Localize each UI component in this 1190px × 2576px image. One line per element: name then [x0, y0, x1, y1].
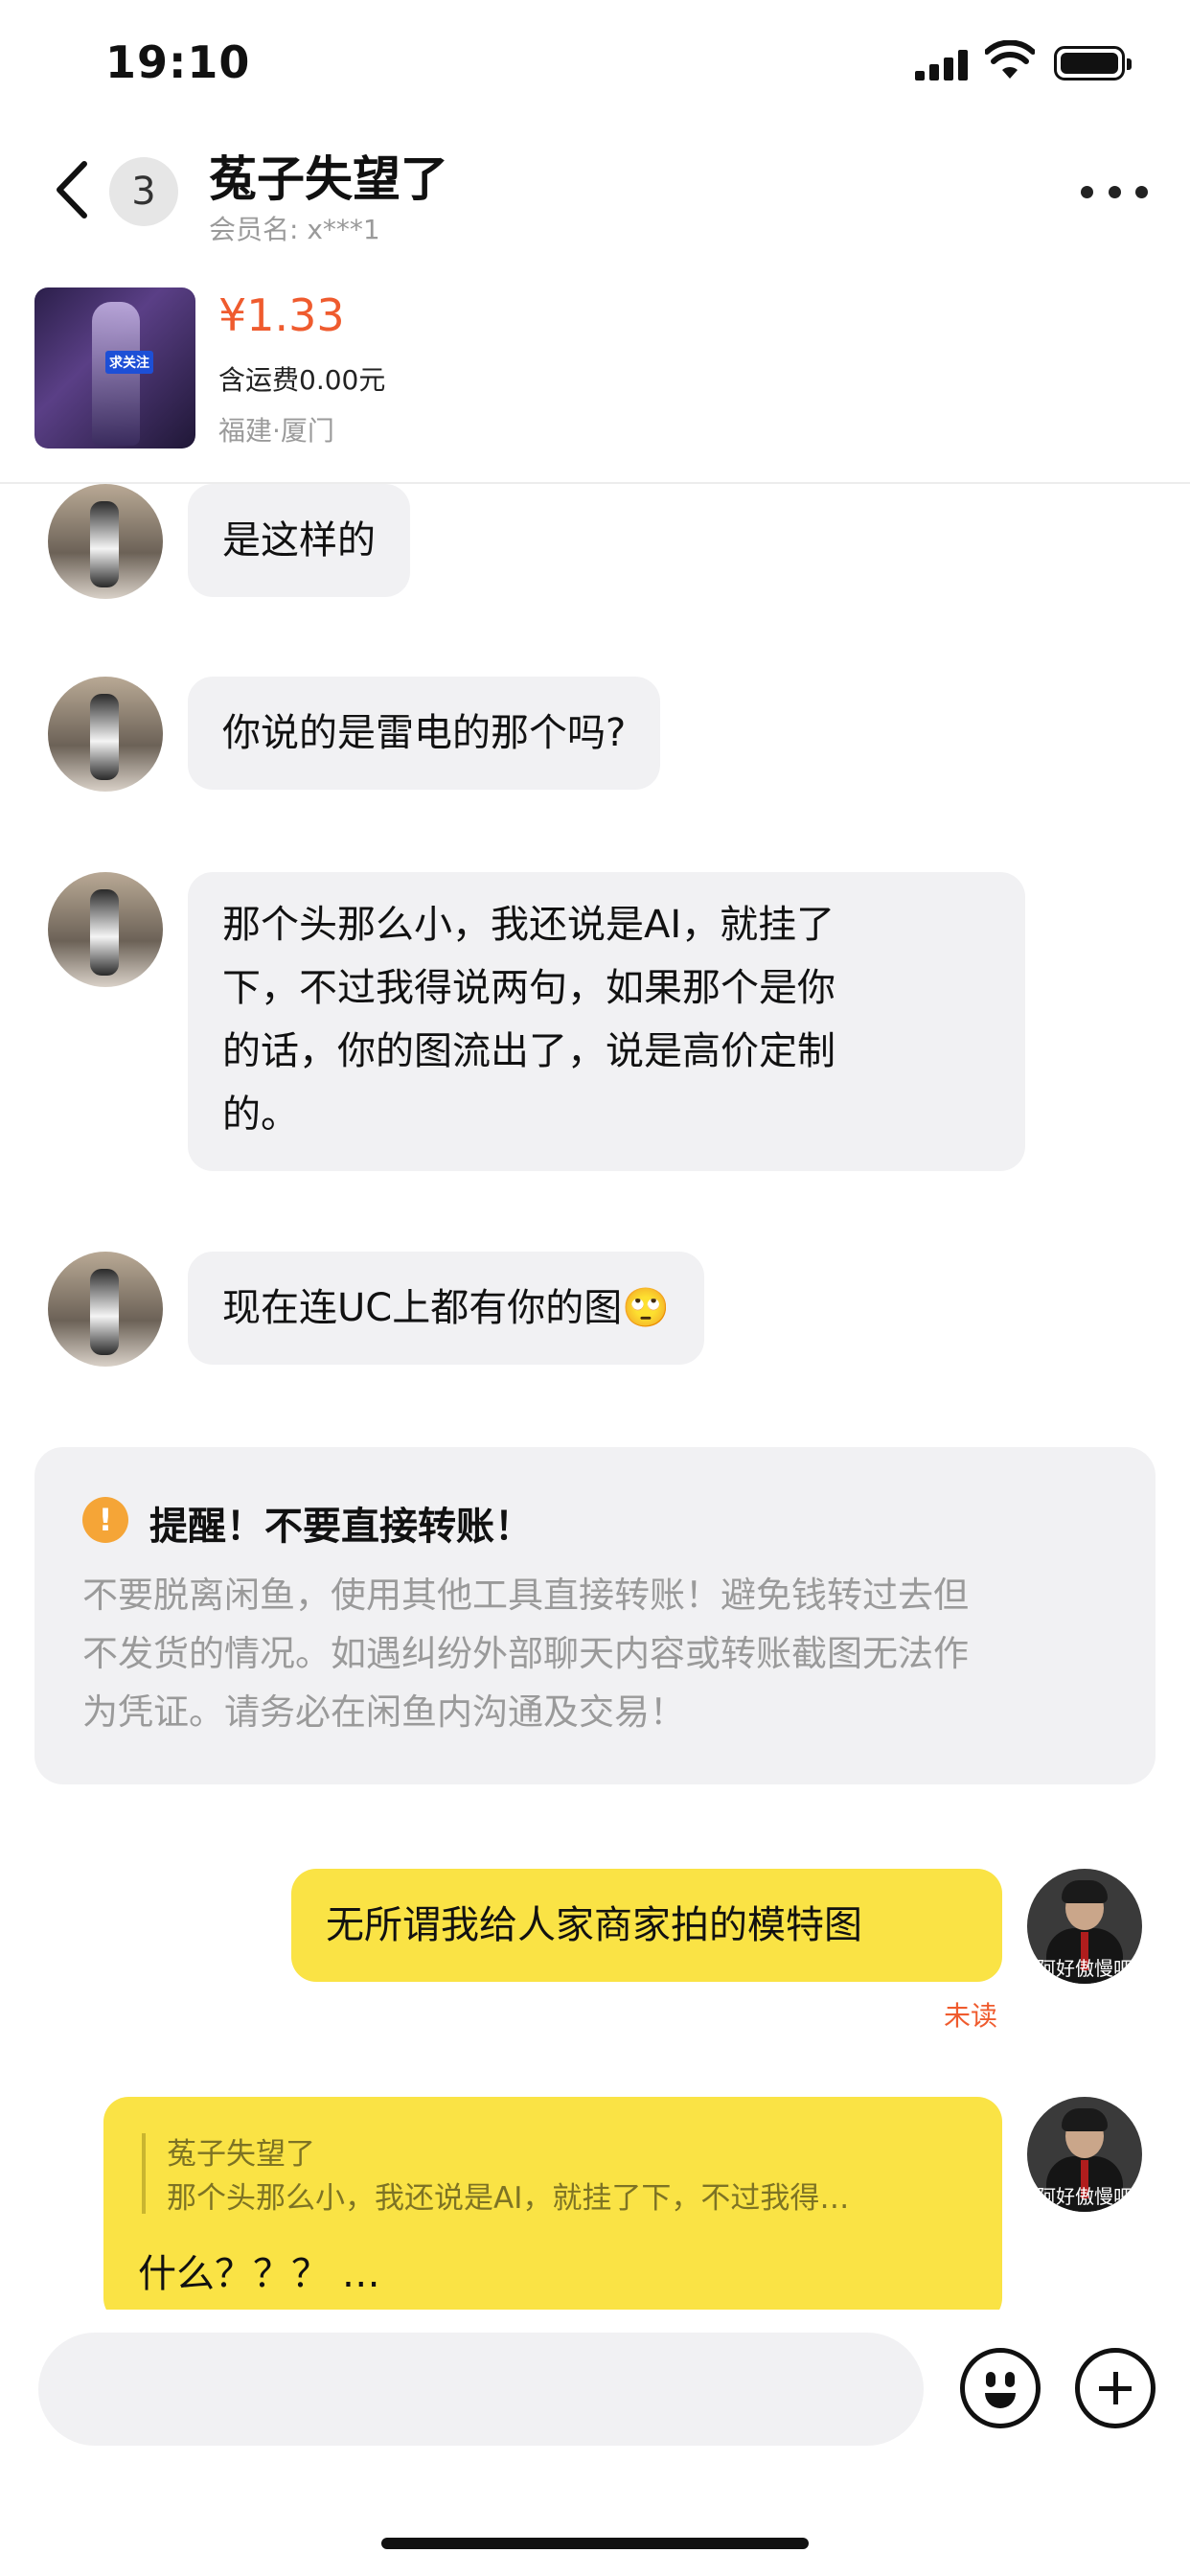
chat-header: 3 菟子失望了 会员名: x***1 [0, 129, 1190, 259]
member-name: 会员名: x***1 [209, 214, 380, 245]
status-time: 19:10 [105, 36, 251, 88]
wifi-icon [985, 40, 1035, 79]
message-line: 的。 [222, 1092, 299, 1137]
eye-roll-emoji: 🙄 [622, 1286, 671, 1330]
cellular-signal-icon [915, 50, 969, 80]
self-avatar[interactable]: 阿好傲慢吧 [1027, 2097, 1142, 2212]
message-line: 那个头那么小，我还说是AI，就挂了 [222, 903, 835, 947]
warning-icon: ! [82, 1497, 128, 1543]
message-bubble[interactable]: 现在连UC上都有你的图🙄 [188, 1252, 705, 1365]
message-text: 你说的是雷电的那个吗? [222, 711, 627, 755]
message-line: 下，不过我得说两句，如果那个是你 [222, 966, 835, 1010]
product-location: 福建·厦门 [218, 415, 334, 447]
message-text: 现在连UC上都有你的图 [222, 1286, 623, 1330]
quoted-sender: 菟子失望了 [167, 2137, 315, 2172]
message-text: 是这样的 [222, 518, 376, 563]
back-arrow-icon[interactable] [48, 156, 96, 223]
input-bar [0, 2310, 1190, 2576]
transfer-warning-notice: ! 提醒！不要直接转账！ 不要脱离闲鱼，使用其他工具直接转账！避免钱转过去但 不… [34, 1447, 1156, 1784]
peer-avatar[interactable] [48, 872, 163, 987]
quote-bar [142, 2133, 146, 2214]
peer-avatar[interactable] [48, 677, 163, 792]
notice-body: 不要脱离闲鱼，使用其他工具直接转账！避免钱转过去但 不发货的情况。如遇纠纷外部聊… [82, 1566, 1127, 1741]
plus-icon[interactable] [1075, 2348, 1156, 2428]
message-text: 无所谓我给人家商家拍的模特图 [326, 1903, 862, 1947]
more-options-icon[interactable] [1081, 182, 1148, 201]
message-bubble[interactable]: 无所谓我给人家商家拍的模特图 [291, 1869, 1002, 1982]
chat-title: 菟子失望了 [209, 151, 448, 207]
self-avatar[interactable]: 阿好傲慢吧 [1027, 1869, 1142, 1984]
avatar-caption: 阿好傲慢吧 [1037, 1957, 1133, 1980]
unread-count-badge[interactable]: 3 [109, 157, 178, 226]
message-status: 未读 [944, 2000, 998, 2032]
notice-line: 为凭证。请务必在闲鱼内沟通及交易！ [82, 1691, 685, 1733]
peer-avatar[interactable] [48, 1252, 163, 1367]
notice-line: 不发货的情况。如遇纠纷外部聊天内容或转账截图无法作 [82, 1633, 969, 1674]
message-text: 什么？？？ … [138, 2252, 380, 2296]
battery-icon [1054, 46, 1132, 80]
thumbnail-tag: 求关注 [105, 351, 153, 374]
message-input[interactable] [38, 2333, 924, 2446]
product-card[interactable]: 求关注 ¥1.33 含运费0.00元 福建·厦门 [0, 278, 1190, 484]
peer-avatar[interactable] [48, 484, 163, 599]
emoji-icon[interactable] [960, 2348, 1041, 2428]
notice-line: 不要脱离闲鱼，使用其他工具直接转账！避免钱转过去但 [82, 1575, 969, 1616]
home-indicator[interactable] [381, 2538, 809, 2549]
product-thumbnail[interactable]: 求关注 [34, 288, 195, 448]
product-price: ¥1.33 [218, 289, 345, 341]
quoted-text: 那个头那么小，我还说是AI，就挂了下，不过我得… [167, 2181, 850, 2216]
status-bar: 19:10 [0, 0, 1190, 129]
message-bubble[interactable]: 那个头那么小，我还说是AI，就挂了 下，不过我得说两句，如果那个是你 的话，你的… [188, 872, 1025, 1171]
message-bubble[interactable]: 你说的是雷电的那个吗? [188, 677, 661, 790]
notice-title: 提醒！不要直接转账！ [149, 1505, 533, 1549]
message-bubble[interactable]: 是这样的 [188, 484, 410, 597]
product-shipping: 含运费0.00元 [218, 364, 386, 396]
avatar-caption: 阿好傲慢吧 [1037, 2185, 1133, 2208]
message-line: 的话，你的图流出了，说是高价定制 [222, 1029, 835, 1073]
